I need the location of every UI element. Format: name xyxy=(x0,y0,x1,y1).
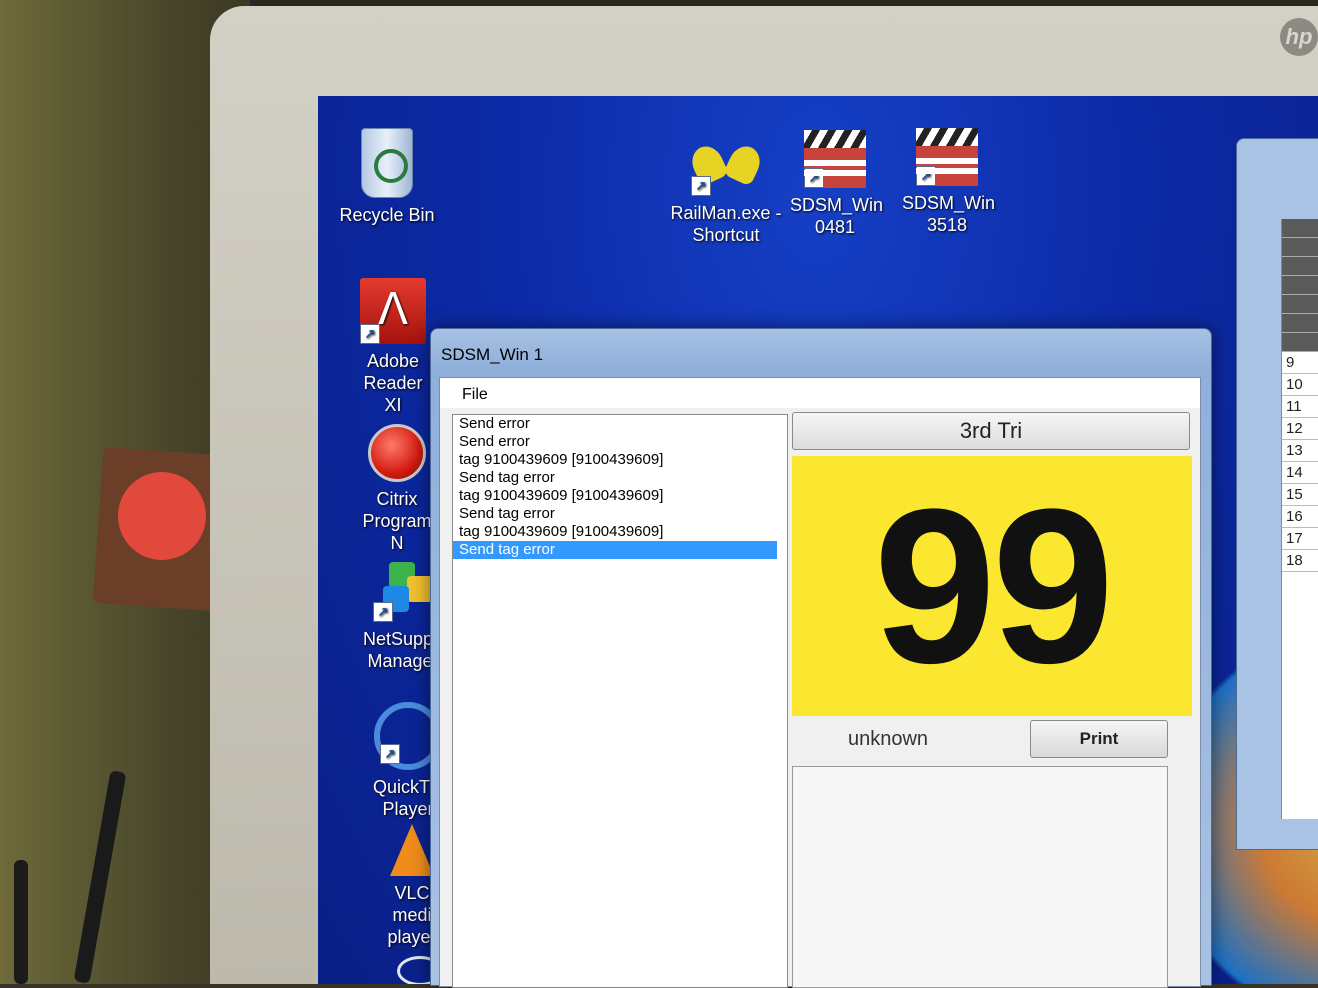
grid-row[interactable]: 13 xyxy=(1282,440,1318,462)
desktop-icon-label: Citrix Program N xyxy=(362,489,432,553)
railman-icon: ↗ xyxy=(686,136,766,196)
menu-file[interactable]: File xyxy=(462,386,488,404)
desktop-icon-sdsm-0481[interactable]: ↗ SDSM_Win 0481 xyxy=(780,130,890,238)
clapperboard-icon: ↗ xyxy=(804,130,866,188)
red-dot-sticker xyxy=(118,472,206,560)
shortcut-arrow-icon: ↗ xyxy=(380,744,400,764)
desktop-icon-label: Adobe Reader XI xyxy=(363,351,423,415)
grid-header-row xyxy=(1282,333,1318,352)
desktop-icon-railman[interactable]: ↗ RailMan.exe - Shortcut xyxy=(666,136,786,246)
log-item[interactable]: Send tag error xyxy=(453,469,787,487)
tri-button[interactable]: 3rd Tri xyxy=(792,412,1190,450)
grid-header-row xyxy=(1282,314,1318,333)
bottom-panel xyxy=(792,766,1168,988)
log-item[interactable]: Send tag error xyxy=(453,505,787,523)
status-text: unknown xyxy=(848,728,929,750)
grid-row[interactable]: 11 xyxy=(1282,396,1318,418)
side-window: 9 10 11 12 13 14 15 16 17 18 xyxy=(1236,138,1318,850)
grid-row[interactable]: 12 xyxy=(1282,418,1318,440)
shortcut-arrow-icon: ↗ xyxy=(804,168,824,188)
log-item[interactable]: Send error xyxy=(453,433,787,451)
shortcut-arrow-icon: ↗ xyxy=(360,324,380,344)
log-item-selected[interactable]: Send tag error xyxy=(453,541,777,559)
shortcut-arrow-icon: ↗ xyxy=(916,166,936,186)
antenna-left xyxy=(14,860,28,984)
desktop-icon-recycle-bin[interactable]: Recycle Bin xyxy=(332,128,442,226)
grid-header-row xyxy=(1282,295,1318,314)
log-list[interactable]: Send error Send error tag 9100439609 [91… xyxy=(452,414,788,988)
grid-row[interactable]: 18 xyxy=(1282,550,1318,572)
log-item[interactable]: Send error xyxy=(453,415,787,433)
menu-bar: File xyxy=(440,378,1200,408)
shortcut-arrow-icon: ↗ xyxy=(373,602,393,622)
sdsm-window: SDSM_Win 1 File Send error Send error ta… xyxy=(430,328,1212,988)
hp-logo-icon: hp xyxy=(1280,18,1318,56)
window-client: File Send error Send error tag 910043960… xyxy=(439,377,1201,988)
shortcut-arrow-icon: ↗ xyxy=(691,176,711,196)
grid-row[interactable]: 9 xyxy=(1282,352,1318,374)
grid-header-row xyxy=(1282,276,1318,295)
window-title: SDSM_Win 1 xyxy=(441,345,544,364)
citrix-icon xyxy=(368,424,426,482)
log-item[interactable]: tag 9100439609 [9100439609] xyxy=(453,523,787,541)
log-item[interactable]: tag 9100439609 [9100439609] xyxy=(453,451,787,469)
vlc-icon xyxy=(390,824,434,876)
grid-row[interactable]: 16 xyxy=(1282,506,1318,528)
grid-header-row xyxy=(1282,219,1318,238)
desktop-icon-label: SDSM_Win 0481 xyxy=(790,195,884,237)
side-grid: 9 10 11 12 13 14 15 16 17 18 xyxy=(1281,219,1318,819)
big-number: 99 xyxy=(873,463,1115,709)
print-button[interactable]: Print xyxy=(1030,720,1168,758)
netsupport-icon: ↗ xyxy=(373,562,433,622)
clapperboard-icon: ↗ xyxy=(916,128,978,186)
grid-row[interactable]: 14 xyxy=(1282,462,1318,484)
adobe-reader-icon: ᐱ ↗ xyxy=(360,278,426,344)
grid-header-row xyxy=(1282,238,1318,257)
number-display: 99 xyxy=(792,456,1192,716)
grid-header-row xyxy=(1282,257,1318,276)
log-item[interactable]: tag 9100439609 [9100439609] xyxy=(453,487,787,505)
grid-row[interactable]: 17 xyxy=(1282,528,1318,550)
grid-row[interactable]: 10 xyxy=(1282,374,1318,396)
grid-row[interactable]: 15 xyxy=(1282,484,1318,506)
desktop-icon-label: RailMan.exe - Shortcut xyxy=(670,203,782,245)
recycle-bin-icon xyxy=(361,128,413,198)
desktop-icon-label: SDSM_Win 3518 xyxy=(902,193,996,235)
desktop-icon-sdsm-3518[interactable]: ↗ SDSM_Win 3518 xyxy=(892,128,1002,236)
desktop-icon-label: Recycle Bin xyxy=(339,205,435,225)
